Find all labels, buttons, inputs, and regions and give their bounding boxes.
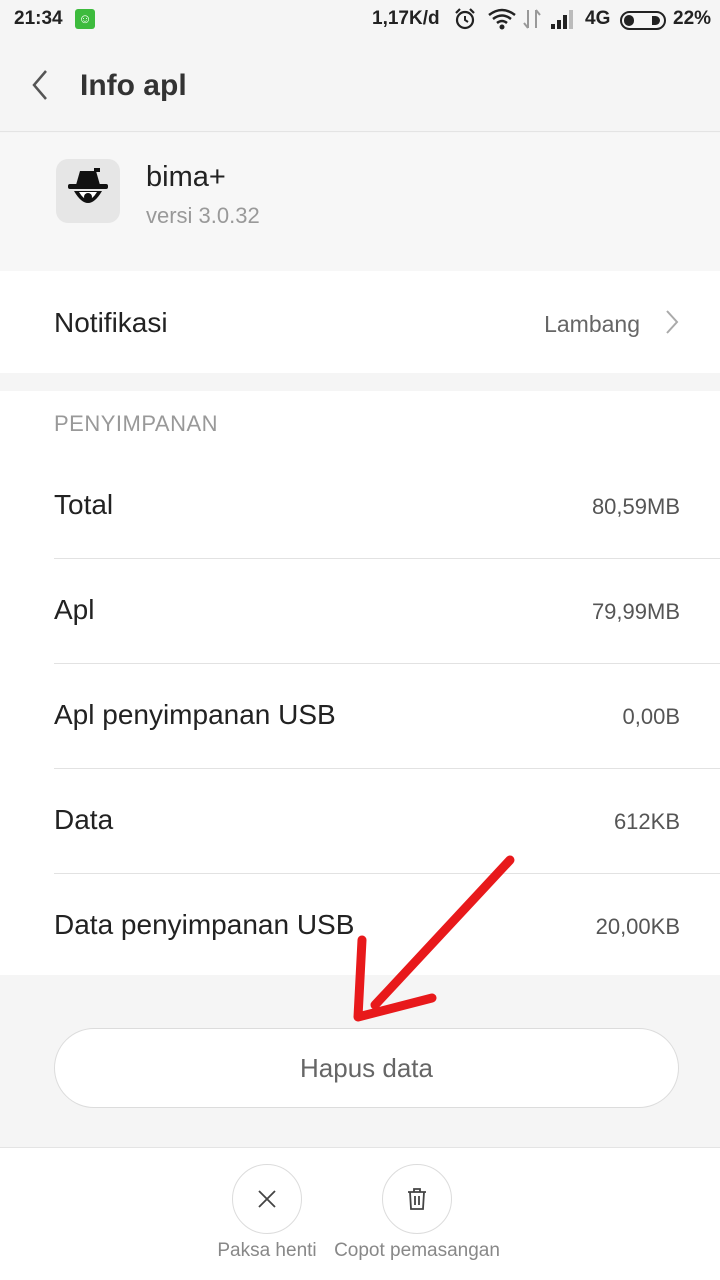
storage-row-data: Data 612KB bbox=[0, 769, 720, 874]
trash-icon bbox=[408, 1188, 426, 1210]
signal-icon bbox=[551, 10, 573, 29]
storage-row-value: 612KB bbox=[613, 809, 680, 834]
data-transfer-icon bbox=[523, 9, 541, 29]
clear-data-area: Hapus data bbox=[0, 975, 720, 1147]
storage-row-label: Data penyimpanan USB bbox=[54, 909, 355, 940]
app-version: versi 3.0.32 bbox=[146, 203, 260, 228]
notifications-row[interactable]: Notifikasi Lambang bbox=[0, 271, 720, 373]
status-time: 21:34 bbox=[14, 8, 63, 29]
storage-row-app: Apl 79,99MB bbox=[0, 559, 720, 664]
notifications-value: Lambang bbox=[544, 311, 640, 337]
uninstall-button[interactable] bbox=[382, 1164, 452, 1234]
storage-row-label: Data bbox=[54, 804, 114, 835]
storage-section-title: PENYIMPANAN bbox=[54, 411, 219, 436]
force-stop-button[interactable] bbox=[232, 1164, 302, 1234]
spy-hat-icon bbox=[68, 168, 108, 203]
storage-row-data-usb: Data penyimpanan USB 20,00KB bbox=[0, 874, 720, 979]
storage-row-value: 79,99MB bbox=[591, 599, 680, 624]
uninstall-action[interactable]: Copot pemasangan bbox=[327, 1164, 507, 1262]
storage-row-label: Total bbox=[54, 489, 114, 520]
uninstall-label: Copot pemasangan bbox=[334, 1240, 500, 1261]
battery-icon bbox=[620, 11, 666, 30]
notification-app-icon: ☺ bbox=[75, 9, 95, 29]
storage-row-label: Apl bbox=[54, 594, 95, 625]
app-header: Info apl bbox=[0, 40, 720, 132]
bottom-action-bar: Paksa henti Copot pemasangan bbox=[0, 1147, 720, 1280]
back-arrow-icon[interactable] bbox=[30, 68, 52, 102]
alarm-icon bbox=[455, 8, 475, 30]
status-bar: 21:34 ☺ 1,17K/d 4G 22% bbox=[0, 0, 720, 40]
storage-row-total: Total 80,59MB bbox=[0, 454, 720, 559]
network-type: 4G bbox=[585, 8, 611, 29]
close-icon bbox=[258, 1190, 276, 1208]
wifi-icon bbox=[488, 8, 516, 30]
storage-row-value: 20,00KB bbox=[595, 914, 680, 939]
network-speed: 1,17K/d bbox=[372, 8, 440, 29]
storage-section: PENYIMPANAN Total 80,59MB Apl 79,99MB Ap… bbox=[0, 391, 720, 975]
chevron-right-icon bbox=[666, 310, 679, 334]
app-icon bbox=[56, 159, 120, 223]
page-title: Info apl bbox=[80, 69, 187, 102]
storage-row-label: Apl penyimpanan USB bbox=[54, 699, 336, 730]
storage-row-app-usb: Apl penyimpanan USB 0,00B bbox=[0, 664, 720, 769]
storage-row-value: 0,00B bbox=[622, 704, 681, 729]
app-name: bima+ bbox=[146, 161, 226, 193]
storage-row-value: 80,59MB bbox=[591, 494, 680, 519]
battery-percent: 22% bbox=[673, 8, 712, 29]
clear-data-button[interactable]: Hapus data bbox=[54, 1028, 679, 1108]
notifications-label: Notifikasi bbox=[54, 307, 168, 338]
app-info-section: bima+ versi 3.0.32 bbox=[0, 133, 720, 271]
